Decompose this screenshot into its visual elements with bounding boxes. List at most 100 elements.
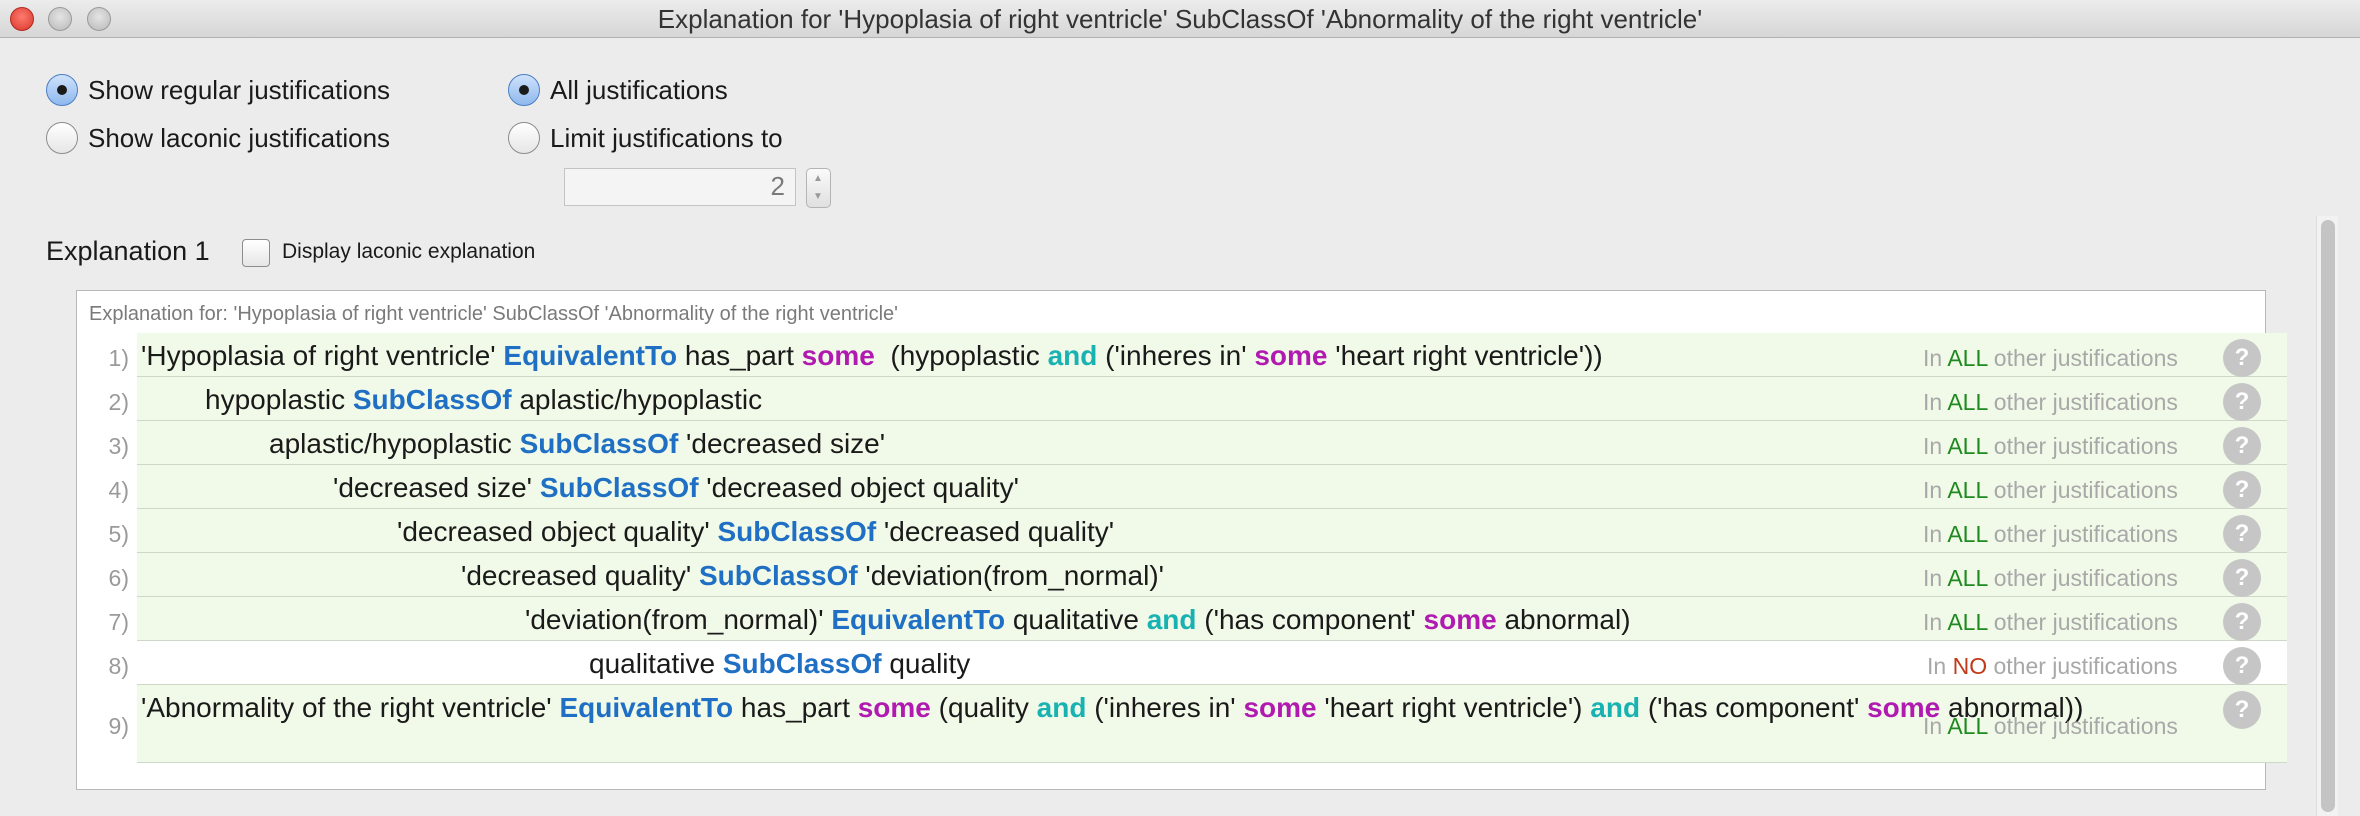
axiom-text: hypoplastic SubClassOf aplastic/hypoplas… [205,384,762,416]
axiom-term: ('has component' [1640,692,1868,723]
axiom-justification-status: In ALL other justifications [1923,433,2178,459]
axiom-justification-status: In NO other justifications [1927,653,2178,679]
axiom-keyword: some [1423,604,1497,635]
display-laconic-label[interactable]: Display laconic explanation [282,240,535,264]
axiom-help-icon[interactable]: ? [2223,383,2261,421]
axiom-justification-status: In ALL other justifications [1923,713,2178,739]
axiom-term: 'decreased object quality' [698,472,1019,503]
axiom-term: qualitative [589,648,723,679]
show-regular-option[interactable]: Show regular justifications [46,72,390,108]
axiom-row[interactable]: 6) 'decreased quality' SubClassOf 'deviat… [109,553,2287,597]
axiom-keyword: SubClassOf [352,384,512,415]
all-justifications-option[interactable]: All justifications [508,72,728,108]
axiom-term: ('inheres in' [1086,692,1244,723]
axiom-help-icon[interactable]: ? [2223,515,2261,553]
axiom-keyword: some [1254,340,1328,371]
axiom-term: qualitative [1005,604,1147,635]
axiom-term: 'decreased object quality' [397,516,718,547]
axiom-keyword: SubClassOf [539,472,699,503]
axiom-help-icon[interactable]: ? [2223,559,2261,597]
axiom-term: 'decreased size' [333,472,540,503]
spinner-up-icon[interactable]: ▲ [807,170,829,188]
show-regular-label: Show regular justifications [88,74,391,105]
axiom-term: 'Abnormality of the right ventricle' [141,692,560,723]
vertical-scrollbar[interactable] [2316,216,2338,816]
title-bar: Explanation for 'Hypoplasia of right ven… [0,0,2360,38]
show-laconic-label: Show laconic justifications [88,122,391,153]
axiom-number: 1) [108,345,129,371]
axiom-keyword: some [801,340,875,371]
axiom-term: quality [881,648,971,679]
axiom-term: 'decreased size' [678,428,886,459]
axiom-term: ('has component' [1196,604,1424,635]
display-laconic-checkbox[interactable] [242,239,270,267]
axiom-help-icon[interactable]: ? [2223,691,2261,729]
axiom-help-icon[interactable]: ? [2223,647,2261,685]
show-laconic-radio[interactable] [46,122,78,154]
axiom-keyword: SubClassOf [722,648,882,679]
axiom-number: 3) [108,433,129,459]
axiom-row[interactable]: 4) 'decreased size' SubClassOf 'decreased… [109,465,2287,509]
show-laconic-option[interactable]: Show laconic justifications [46,120,390,156]
axiom-term: abnormal) [1496,604,1631,635]
axiom-keyword: SubClassOf [698,560,858,591]
axiom-help-icon[interactable]: ? [2223,603,2261,641]
axiom-term: has_part [733,692,858,723]
axiom-term: 'decreased quality' [876,516,1115,547]
axiom-justification-status: In ALL other justifications [1923,389,2178,415]
axiom-term: 'deviation(from_normal)' [857,560,1165,591]
axiom-keyword: and [1146,604,1197,635]
axiom-number: 2) [108,389,129,415]
limit-justifications-radio[interactable] [508,122,540,154]
axiom-text: aplastic/hypoplastic SubClassOf 'decreas… [269,428,885,460]
axiom-term: (hypoplastic [874,340,1048,371]
axiom-term: aplastic/hypoplastic [511,384,763,415]
all-justifications-label: All justifications [550,74,728,105]
show-regular-radio[interactable] [46,74,78,106]
axiom-justification-status: In ALL other justifications [1923,521,2178,547]
axiom-row[interactable]: 5) 'decreased object quality' SubClassOf … [109,509,2287,553]
axiom-text: 'decreased object quality' SubClassOf 'd… [397,516,1114,548]
axiom-row[interactable]: 2) hypoplastic SubClassOf aplastic/hypopl… [109,377,2287,421]
limit-count-stepper[interactable]: ▲ ▼ [806,168,831,208]
window-title: Explanation for 'Hypoplasia of right ven… [657,4,1703,34]
limit-justifications-option[interactable]: Limit justifications to [508,120,783,156]
axiom-justification-status: In ALL other justifications [1923,565,2178,591]
axiom-keyword: and [1047,340,1098,371]
axiom-justification-status: In ALL other justifications [1923,477,2178,503]
spinner-down-icon[interactable]: ▼ [807,188,829,206]
axiom-number: 6) [108,565,129,591]
axiom-term: 'decreased quality' [461,560,699,591]
axiom-row[interactable]: 7) 'deviation(from_normal)' EquivalentTo … [109,597,2287,641]
axiom-term: hypoplastic [205,384,353,415]
axiom-keyword: EquivalentTo [831,604,1006,635]
axiom-term: aplastic/hypoplastic [269,428,520,459]
axiom-text: 'Abnormality of the right ventricle' Equ… [141,692,2181,724]
all-justifications-radio[interactable] [508,74,540,106]
axiom-help-icon[interactable]: ? [2223,471,2261,509]
axiom-text: 'deviation(from_normal)' EquivalentTo qu… [525,604,1631,636]
axiom-row[interactable]: 9) 'Abnormality of the right ventricle' E… [109,685,2287,763]
axiom-keyword: and [1590,692,1641,723]
axiom-text: qualitative SubClassOf quality [589,648,970,680]
axiom-justification-status: In ALL other justifications [1923,609,2178,635]
scrollbar-thumb[interactable] [2321,220,2335,812]
axiom-number: 7) [108,609,129,635]
axiom-help-icon[interactable]: ? [2223,339,2261,377]
axiom-row[interactable]: 8) qualitative SubClassOf quality In NO ot… [109,641,2287,685]
axiom-text: 'decreased quality' SubClassOf 'deviatio… [461,560,1164,592]
axiom-keyword: some [857,692,931,723]
axiom-text: 'Hypoplasia of right ventricle' Equivale… [141,340,1603,372]
axiom-row[interactable]: 1) 'Hypoplasia of right ventricle' Equiva… [109,333,2287,377]
axiom-help-icon[interactable]: ? [2223,427,2261,465]
axiom-term: (quality [930,692,1037,723]
axiom-keyword: EquivalentTo [559,692,734,723]
axiom-row[interactable]: 3) aplastic/hypoplastic SubClassOf 'decre… [109,421,2287,465]
axiom-term: 'Hypoplasia of right ventricle' [141,340,504,371]
explanation-title: Explanation 1 [46,236,210,266]
axiom-keyword: SubClassOf [519,428,679,459]
axiom-keyword: SubClassOf [717,516,877,547]
axiom-number: 5) [108,521,129,547]
axiom-term: 'heart right ventricle') [1316,692,1591,723]
limit-count-input[interactable]: 2 [564,168,796,206]
